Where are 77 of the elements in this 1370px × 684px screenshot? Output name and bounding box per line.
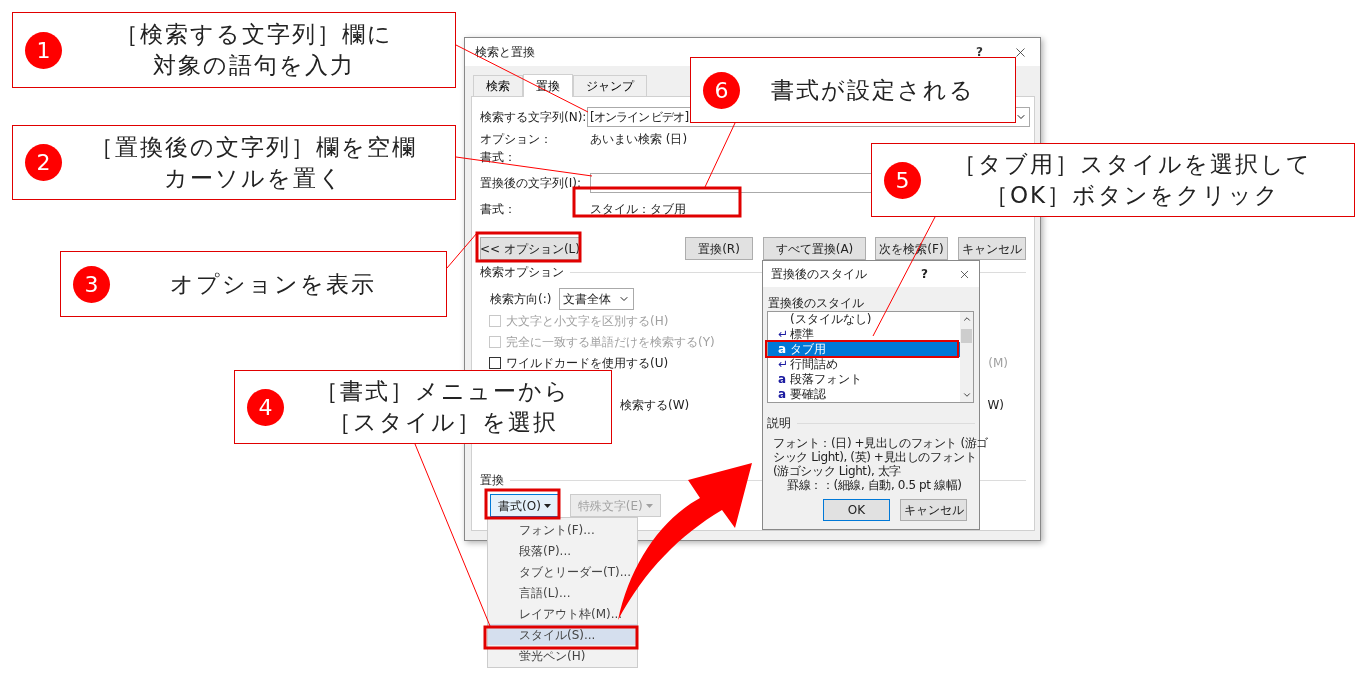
step-number: 3 (73, 265, 110, 303)
field-label: 置換後の文字列(I): (480, 175, 582, 192)
field-label: 検索する文字列(N): (480, 109, 587, 126)
dropdown-button[interactable]: 書式(O) (490, 494, 559, 517)
window-title: 検索と置換 (475, 44, 535, 61)
callout-text: ［置換後の文字列］欄を空欄 カーソルを置く (89, 132, 418, 193)
style-item[interactable]: (スタイルなし) (768, 312, 960, 327)
option-label: 検索する(W) (620, 396, 690, 414)
character-style-icon: a (778, 387, 786, 402)
callout-text: 書式が設定される (769, 75, 976, 105)
checkbox-label: 完全に一致する単語だけを検索する(Y) (506, 333, 715, 351)
tab[interactable]: 検索 (473, 75, 523, 96)
style-item[interactable]: a 段落フォント (768, 372, 960, 387)
style-name: 要確認 (790, 387, 826, 402)
menu-item[interactable]: 言語(L)... (488, 582, 637, 603)
style-name: 標準 (790, 327, 814, 342)
style-name: 行間詰め (790, 357, 838, 372)
option-label: (M) (988, 354, 1008, 372)
callout-text: ［タブ用］スタイルを選択して ［OK］ボタンをクリック (952, 150, 1313, 210)
character-style-icon: a (778, 342, 786, 357)
style-item[interactable]: ↵ 標準 (768, 327, 960, 342)
field-label: オプション： (480, 131, 553, 148)
scroll-thumb[interactable] (961, 329, 972, 343)
scroll-down-icon[interactable] (961, 390, 972, 400)
menu-item[interactable]: 段落(P)... (488, 540, 637, 561)
help-button[interactable]: ? (976, 43, 983, 61)
caret-icon (645, 503, 653, 508)
style-item[interactable]: ↵ 行間詰め (768, 357, 960, 372)
format-value: スタイル：タブ用 (590, 201, 686, 218)
character-style-icon: a (778, 372, 786, 387)
menu-item[interactable]: タブとリーダー(T)... (488, 561, 637, 582)
scroll-up-icon[interactable] (961, 314, 972, 324)
section-title: 置換 (480, 472, 504, 489)
step-number: 1 (25, 31, 62, 69)
section-title: 検索オプション (480, 264, 564, 281)
leader-line (704, 122, 736, 188)
step-number: 4 (247, 388, 284, 426)
step-number: 6 (703, 71, 740, 109)
paragraph-style-icon: ↵ (778, 327, 786, 342)
dialog-button[interactable]: OK (823, 499, 890, 521)
description-line: シック Light), (英) +見出しのフォント (773, 450, 977, 464)
dialog-button[interactable]: キャンセル (900, 499, 967, 521)
option-label: W) (987, 396, 1004, 414)
tab[interactable]: ジャンプ (573, 75, 647, 96)
window-title: 置換後のスタイル (771, 266, 867, 283)
style-item[interactable]: a 要確認 (768, 387, 960, 402)
callout-text: ［書式］メニューから ［スタイル］を選択 (314, 377, 571, 437)
style-name: タブ用 (790, 342, 826, 357)
caret-icon (543, 503, 551, 508)
callout-text: オプションを表示 (169, 269, 377, 299)
callout-text: ［検索する文字列］欄に 対象の語句を入力 (113, 20, 394, 80)
description-line: 罫線：：(細線, 自動, 0.5 pt 線幅) (787, 478, 962, 492)
step-number: 2 (25, 144, 62, 181)
menu-item[interactable]: 蛍光ペン(H) (488, 645, 637, 666)
help-button[interactable]: ? (921, 265, 928, 283)
step-number: 5 (884, 161, 921, 199)
leader-line (446, 232, 478, 269)
menu-item[interactable]: フォント(F)... (488, 519, 637, 540)
field-label: 検索方向(:) (490, 291, 553, 308)
description-line: フォント：(日) +見出しのフォント (游ゴ (773, 436, 988, 450)
options-value: あいまい検索 (日) (590, 131, 688, 148)
field-label: 書式： (480, 149, 516, 166)
section-title: 説明 (767, 415, 791, 432)
style-name: (スタイルなし) (790, 312, 872, 327)
style-name: 段落フォント (790, 372, 862, 387)
checkbox[interactable] (489, 356, 501, 369)
list-label: 置換後のスタイル (768, 295, 865, 311)
dialog-button[interactable]: 置換(R) (685, 237, 753, 260)
dialog-button[interactable]: キャンセル (958, 237, 1026, 260)
direction-dropdown[interactable]: 文書全体 (559, 288, 634, 310)
replace-field[interactable] (590, 173, 872, 193)
field-label: 書式： (480, 201, 517, 218)
checkbox-label: ワイルドカードを使用する(U) (506, 354, 669, 372)
dialog-button[interactable]: すべて置換(A) (763, 237, 866, 260)
checkbox-label: 大文字と小文字を区別する(H) (506, 312, 669, 330)
paragraph-style-icon: ↵ (778, 357, 786, 372)
description-line: (游ゴシック Light), 太字 (773, 464, 901, 478)
